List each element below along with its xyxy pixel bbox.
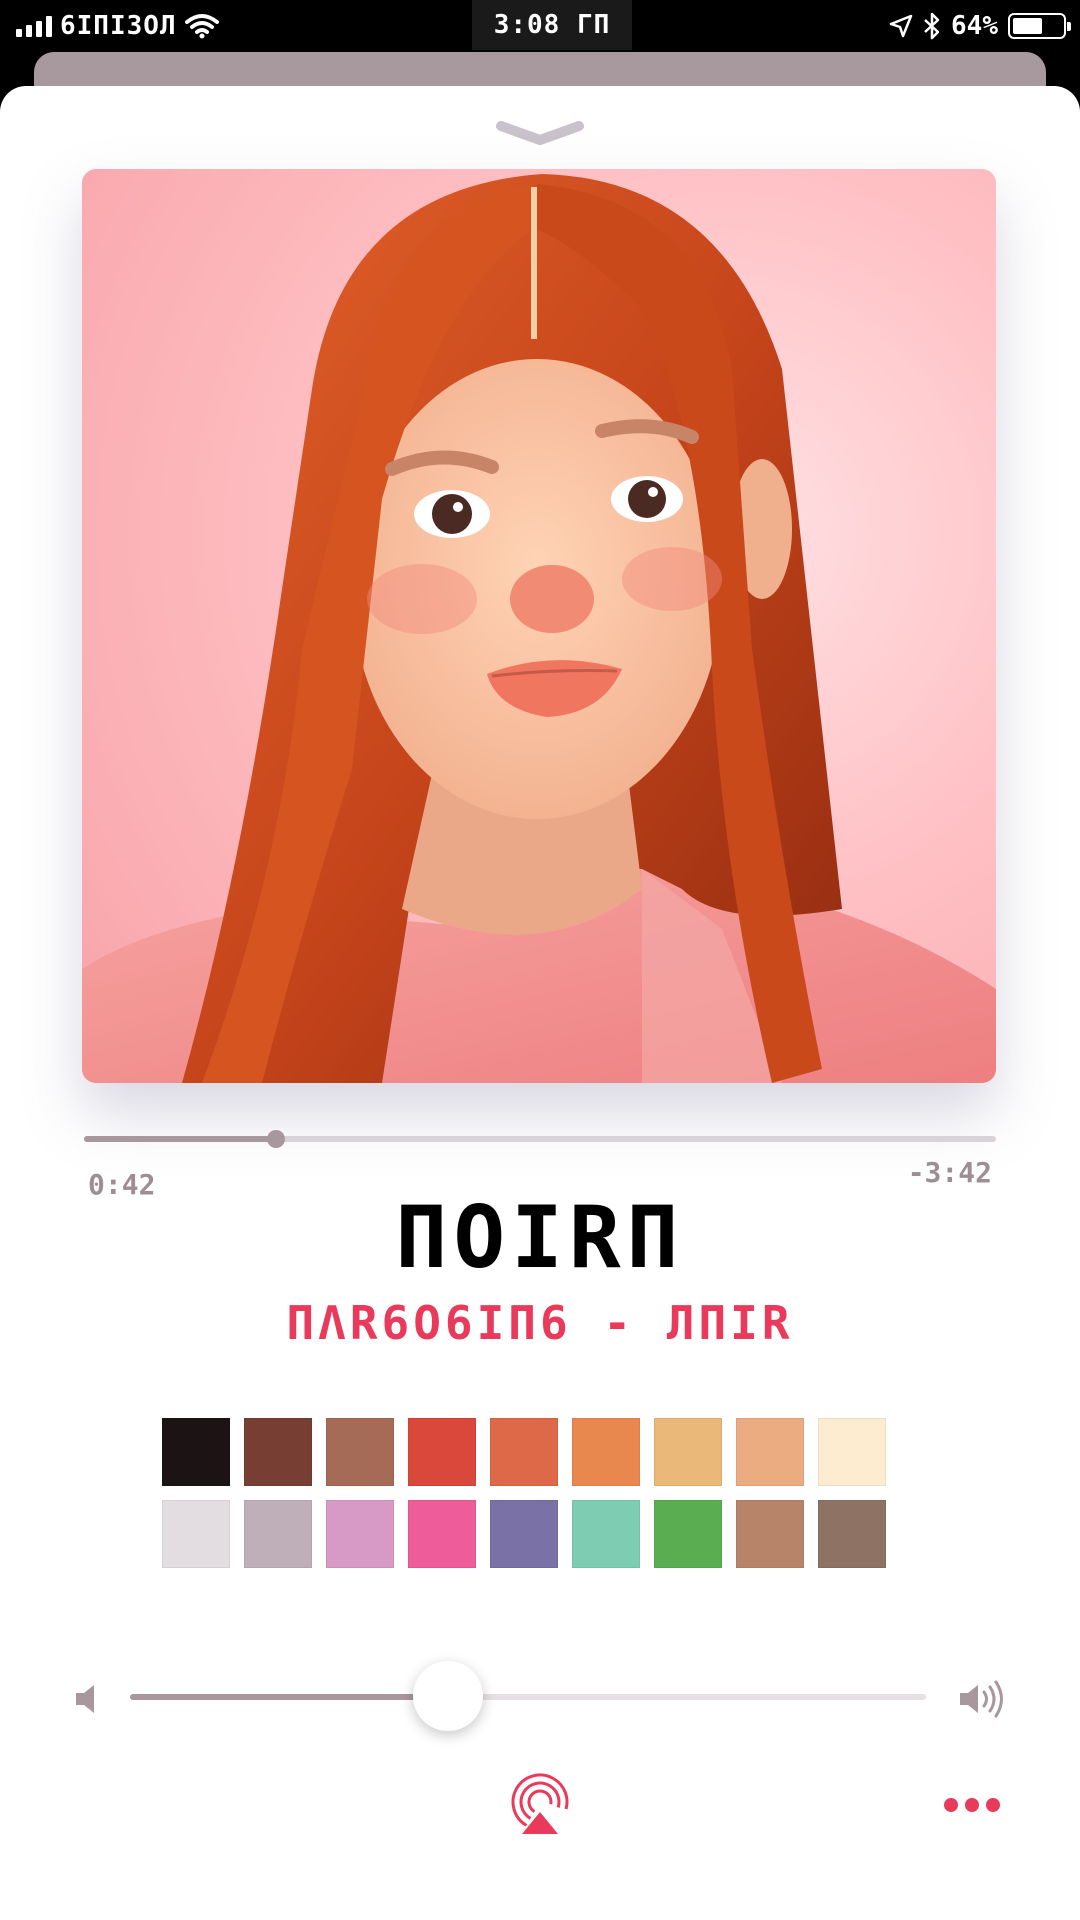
volume-slider[interactable] xyxy=(130,1661,926,1731)
track-subtitle[interactable]: ΠΛR6O6IΠ6 - ЛПIR xyxy=(0,1296,1080,1350)
location-arrow-icon xyxy=(889,14,913,38)
battery-icon xyxy=(1008,13,1071,39)
progress-fill xyxy=(84,1136,276,1142)
color-swatch[interactable] xyxy=(654,1500,722,1568)
wifi-icon xyxy=(184,14,219,39)
color-swatch[interactable] xyxy=(326,1500,394,1568)
color-swatch[interactable] xyxy=(162,1418,230,1486)
status-bar: 6IПI3ОЛ 3:08 ΓП 64% xyxy=(0,0,1080,52)
color-swatch[interactable] xyxy=(572,1500,640,1568)
color-swatch[interactable] xyxy=(326,1418,394,1486)
bluetooth-icon xyxy=(924,12,940,40)
color-swatch[interactable] xyxy=(408,1418,476,1486)
carrier-name: 6IПI3ОЛ xyxy=(60,11,177,41)
color-swatch[interactable] xyxy=(654,1418,722,1486)
color-swatch[interactable] xyxy=(490,1418,558,1486)
color-swatch[interactable] xyxy=(572,1418,640,1486)
volume-high-icon xyxy=(960,1680,1003,1718)
airplay-icon[interactable] xyxy=(508,1772,572,1836)
color-swatch[interactable] xyxy=(736,1500,804,1568)
color-swatch[interactable] xyxy=(408,1500,476,1568)
status-time-box: 3:08 ΓП xyxy=(472,0,632,50)
color-swatch[interactable] xyxy=(736,1418,804,1486)
battery-percent: 64% xyxy=(951,11,998,41)
remaining-time: -3:42 xyxy=(907,1156,992,1189)
color-swatch[interactable] xyxy=(162,1500,230,1568)
album-artwork xyxy=(82,169,996,1083)
color-swatch[interactable] xyxy=(818,1418,886,1486)
chevron-down-icon[interactable] xyxy=(495,120,585,146)
progress-knob[interactable] xyxy=(266,1130,285,1148)
color-swatch-grid xyxy=(162,1418,890,1568)
progress-scrubber[interactable] xyxy=(84,1130,996,1148)
more-options-icon[interactable] xyxy=(944,1798,1000,1814)
status-bar-left: 6IПI3ОЛ xyxy=(16,10,219,42)
status-bar-right: 64% xyxy=(889,10,1071,42)
portrait-illustration xyxy=(82,174,996,1083)
battery-fill xyxy=(1013,18,1042,34)
volume-low-icon xyxy=(76,1685,94,1713)
color-swatch[interactable] xyxy=(244,1500,312,1568)
color-swatch[interactable] xyxy=(818,1500,886,1568)
now-playing-sheet: 0:42 -3:42 ΠOIRΠ ΠΛR6O6IΠ6 - ЛПIR xyxy=(0,86,1080,1920)
signal-bars-icon xyxy=(16,15,52,37)
volume-fill xyxy=(130,1694,449,1700)
status-time: 3:08 ΓП xyxy=(493,10,611,40)
volume-knob[interactable] xyxy=(413,1661,484,1731)
color-swatch[interactable] xyxy=(490,1500,558,1568)
color-swatch[interactable] xyxy=(244,1418,312,1486)
track-title: ΠOIRΠ xyxy=(395,1188,685,1288)
